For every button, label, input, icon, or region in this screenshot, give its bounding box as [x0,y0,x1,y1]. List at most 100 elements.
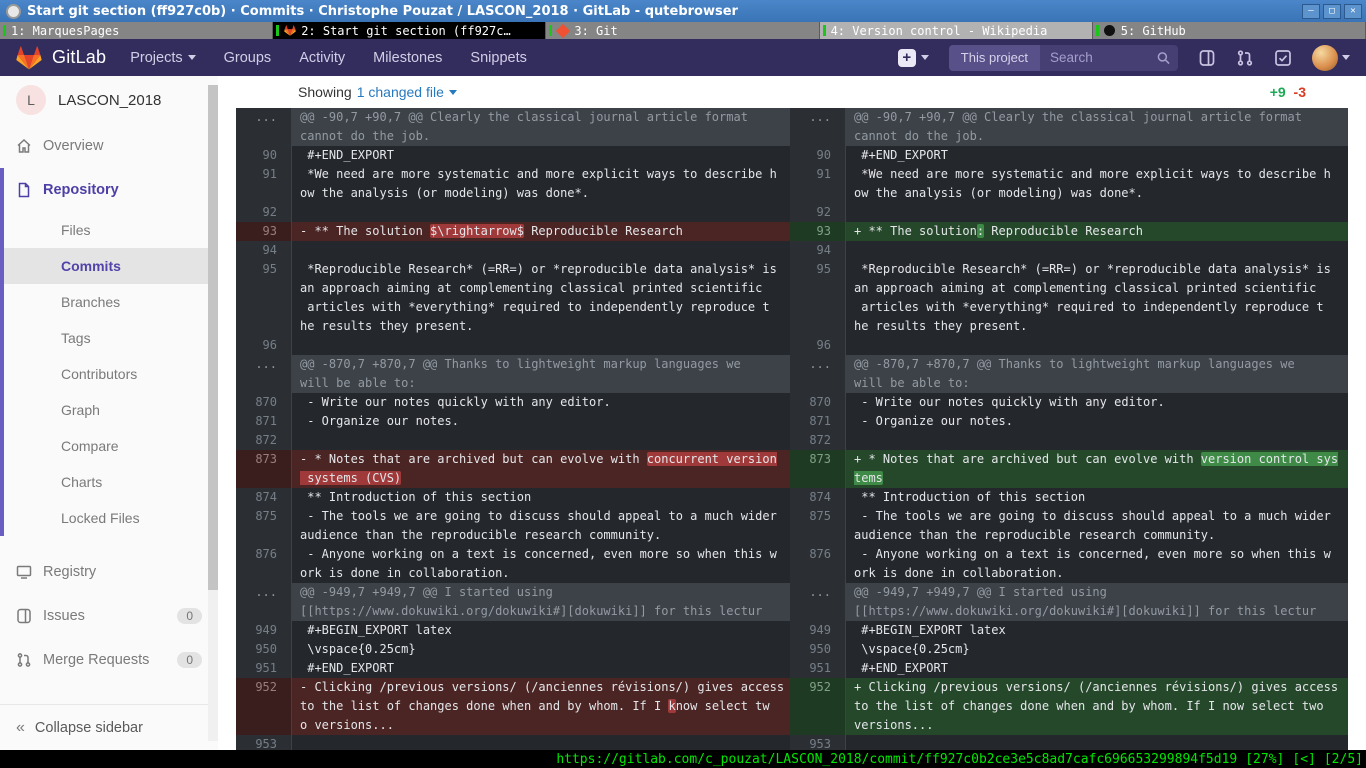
line-number[interactable]: 872 [236,431,291,450]
collapse-sidebar-button[interactable]: « Collapse sidebar [0,704,218,750]
new-dropdown-button[interactable]: + [898,49,929,67]
line-number[interactable]: 95 [236,260,291,336]
line-number[interactable]: 872 [790,431,845,450]
line-number[interactable]: ... [236,108,291,146]
sidebar-item-merge-requests[interactable]: Merge Requests0 [0,638,218,682]
line-number[interactable]: ... [236,583,291,621]
line-number[interactable]: 953 [236,735,291,750]
diff-line-content: + ** The solution: Reproducible Research [845,222,1348,241]
line-number[interactable]: ... [790,583,845,621]
sidebar-item-overview[interactable]: Overview [0,124,218,168]
browser-tab-5[interactable]: 5: GitHub [1093,22,1366,39]
line-number[interactable]: 952 [236,678,291,735]
browser-tab-3[interactable]: 3: Git [546,22,819,39]
issues-dashboard-button[interactable] [1198,49,1216,67]
nav-item-milestones[interactable]: Milestones [373,50,442,66]
line-number[interactable]: 93 [236,222,291,241]
showing-label: Showing [298,84,352,100]
line-number[interactable]: 949 [236,621,291,640]
sidebar-item-label: Graph [61,402,100,418]
gitlab-brand[interactable]: GitLab [16,46,106,70]
browser-tab-1[interactable]: 1: MarquesPages [0,22,273,39]
sidebar-item-registry[interactable]: Registry [0,550,218,594]
line-number[interactable]: 90 [236,146,291,165]
line-number[interactable]: 90 [790,146,845,165]
merge-requests-button[interactable] [1236,49,1254,67]
nav-item-groups[interactable]: Groups [224,50,272,66]
issues-icon [16,608,32,624]
sidebar-item-issues[interactable]: Issues0 [0,594,218,638]
diff-row: 95 *Reproducible Research* (=RR=) or *re… [236,260,790,336]
nav-item-snippets[interactable]: Snippets [470,50,526,66]
line-number[interactable]: 874 [236,488,291,507]
minimize-button[interactable]: – [1302,4,1320,19]
line-number[interactable]: 871 [236,412,291,431]
line-number[interactable]: 952 [790,678,845,735]
user-menu[interactable] [1312,45,1350,71]
line-number[interactable]: 870 [236,393,291,412]
line-number[interactable]: 96 [790,336,845,355]
sidebar-item-commits[interactable]: Commits [0,248,218,284]
sidebar-item-contributors[interactable]: Contributors [0,356,218,392]
inline-diff-highlight: : [977,224,984,238]
project-header[interactable]: L LASCON_2018 [0,76,218,124]
line-number[interactable]: 951 [236,659,291,678]
line-number[interactable]: 91 [790,165,845,203]
diff-line-content [845,241,1348,260]
sidebar-item-charts[interactable]: Charts [0,464,218,500]
line-number[interactable]: 950 [790,640,845,659]
line-number[interactable]: 94 [236,241,291,260]
sidebar-item-tags[interactable]: Tags [0,320,218,356]
diff-line-content: *We need are more systematic and more ex… [845,165,1348,203]
sidebar-scrollbar[interactable] [208,85,218,741]
browser-tab-4[interactable]: 4: Version control - Wikipedia [820,22,1093,39]
line-number[interactable]: 871 [790,412,845,431]
document-icon [16,182,32,198]
sidebar-scrollbar-thumb[interactable] [208,85,218,590]
todos-button[interactable] [1274,49,1292,67]
diff-row: 96 [236,336,790,355]
line-number[interactable]: 949 [790,621,845,640]
line-number[interactable]: 95 [790,260,845,336]
diff-line-content: @@ -870,7 +870,7 @@ Thanks to lightweigh… [291,355,790,393]
line-number[interactable]: 951 [790,659,845,678]
sidebar-item-repository[interactable]: Repository [0,168,218,212]
line-number[interactable]: 875 [790,507,845,545]
line-number[interactable]: 875 [236,507,291,545]
github-favicon-icon [1104,25,1116,37]
line-number[interactable]: ... [236,355,291,393]
line-number[interactable]: 876 [236,545,291,583]
browser-tab-2[interactable]: 2: Start git section (ff927c… [273,22,546,39]
tab-load-indicator [276,25,279,36]
nav-item-projects[interactable]: Projects [130,50,195,66]
sidebar-item-branches[interactable]: Branches [0,284,218,320]
sidebar-item-files[interactable]: Files [0,212,218,248]
line-number[interactable]: 876 [790,545,845,583]
search-scope-badge: This project [949,45,1040,71]
line-number[interactable]: 953 [790,735,845,750]
line-number[interactable]: 873 [790,450,845,488]
line-number[interactable]: 93 [790,222,845,241]
commit-diff-page: Showing 1 changed file +9 -3 ...@@ -90,7… [218,76,1366,750]
close-button[interactable]: ✕ [1344,4,1362,19]
sidebar-item-compare[interactable]: Compare [0,428,218,464]
line-number[interactable]: 873 [236,450,291,488]
line-number[interactable]: ... [790,108,845,146]
sidebar-item-graph[interactable]: Graph [0,392,218,428]
line-number[interactable]: 94 [790,241,845,260]
diff-line-content: *We need are more systematic and more ex… [291,165,790,203]
maximize-button[interactable]: □ [1323,4,1341,19]
line-number[interactable]: 91 [236,165,291,203]
line-number[interactable]: 92 [236,203,291,222]
line-number[interactable]: 870 [790,393,845,412]
diff-row: 950 \vspace{0.25cm} [790,640,1348,659]
line-number[interactable]: 950 [236,640,291,659]
line-number[interactable]: 92 [790,203,845,222]
changed-files-dropdown[interactable]: 1 changed file [357,84,457,100]
line-number[interactable]: ... [790,355,845,393]
sidebar-item-locked-files[interactable]: Locked Files [0,500,218,536]
diff-line-content [845,735,1348,750]
line-number[interactable]: 874 [790,488,845,507]
nav-item-activity[interactable]: Activity [299,50,345,66]
line-number[interactable]: 96 [236,336,291,355]
